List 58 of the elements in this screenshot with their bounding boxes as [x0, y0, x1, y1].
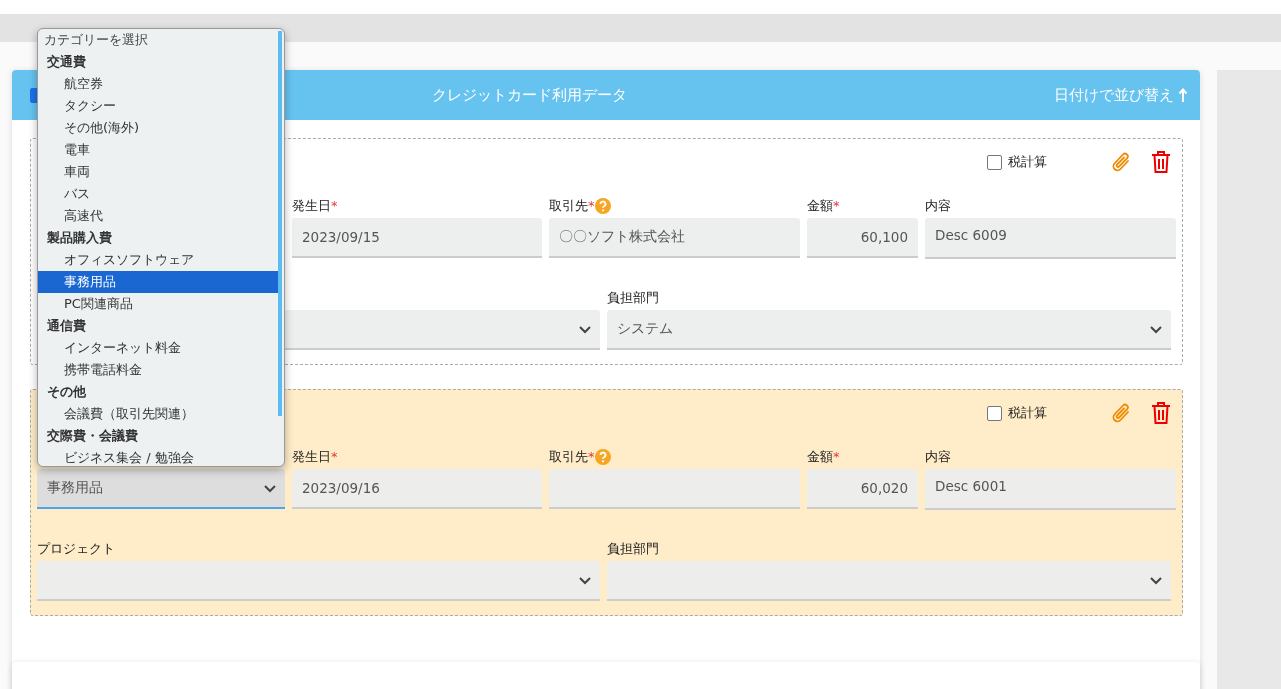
card-title: クレジットカード利用データ: [431, 85, 628, 105]
chevron-down-icon: [1149, 324, 1163, 334]
field-label: 発生日*: [292, 197, 338, 215]
field-label: 負担部門: [607, 289, 659, 307]
option-group-label: その他: [46, 383, 87, 401]
chevron-down-icon: [1149, 575, 1163, 585]
field-label: 発生日*: [292, 448, 338, 466]
field-label: プロジェクト: [37, 540, 115, 558]
help-icon[interactable]: [594, 198, 611, 214]
amount-field[interactable]: 60,100: [807, 218, 918, 258]
text-field[interactable]: 2023/09/15: [292, 218, 542, 258]
field-label: 取引先*: [549, 448, 595, 466]
dropdown-option[interactable]: 車両: [38, 161, 284, 183]
chevron-down-icon: [578, 575, 592, 585]
field-label: 取引先*: [549, 197, 595, 215]
dropdown-option[interactable]: その他(海外): [38, 117, 284, 139]
description-field[interactable]: Desc 6009: [925, 218, 1176, 259]
field-label: 負担部門: [607, 540, 659, 558]
field-label: 金額*: [807, 197, 840, 215]
dropdown-option[interactable]: 航空券: [38, 73, 284, 95]
checkbox[interactable]: [987, 405, 1002, 421]
dropdown-option[interactable]: PC関連商品: [38, 293, 284, 315]
field-label: 内容: [925, 448, 951, 466]
dropdown-option[interactable]: 電車: [38, 139, 284, 161]
arrow-up-icon: [1178, 87, 1188, 103]
option-group-label: 交際費・会議費: [46, 427, 139, 445]
dropdown-option[interactable]: インターネット料金: [38, 337, 284, 359]
select-field[interactable]: システム: [607, 310, 1171, 350]
chevron-down-icon: [578, 324, 592, 334]
dropdown-option[interactable]: 高速代: [38, 205, 284, 227]
dropdown-option[interactable]: タクシー: [38, 95, 284, 117]
category-select[interactable]: 事務用品: [37, 469, 285, 509]
amount-field[interactable]: 60,020: [807, 469, 918, 509]
dropdown-option[interactable]: ビジネス集会 / 勉強会: [38, 447, 284, 466]
help-icon[interactable]: [594, 449, 611, 465]
chevron-down-icon: [263, 483, 277, 493]
select-field[interactable]: [37, 561, 600, 601]
field-label: 金額*: [807, 448, 840, 466]
description-field[interactable]: Desc 6001: [925, 469, 1176, 510]
dropdown-option[interactable]: 会議費（取引先関連）: [38, 403, 284, 425]
text-field[interactable]: [549, 469, 800, 509]
text-field[interactable]: 2023/09/16: [292, 469, 542, 509]
option-group-label: 通信費: [46, 317, 87, 335]
dropdown-option[interactable]: 携帯電話料金: [38, 359, 284, 381]
dropdown-option[interactable]: バス: [38, 183, 284, 205]
checkbox[interactable]: [987, 154, 1002, 170]
dropdown-option[interactable]: オフィスソフトウェア: [38, 249, 284, 271]
dropdown-option[interactable]: 事務用品: [38, 271, 280, 293]
trash-icon[interactable]: [1151, 150, 1171, 174]
option-group-label: 製品購入費: [46, 229, 113, 247]
field-label: 内容: [925, 197, 951, 215]
checkbox-label: 税計算: [1008, 404, 1047, 422]
dropdown-placeholder[interactable]: カテゴリーを選択: [38, 29, 284, 51]
option-group-label: 交通費: [46, 53, 87, 71]
text-field[interactable]: 〇〇ソフト株式会社: [549, 218, 800, 258]
select-field[interactable]: [607, 561, 1171, 601]
checkbox-label: 税計算: [1008, 153, 1047, 171]
trash-icon[interactable]: [1151, 401, 1171, 425]
